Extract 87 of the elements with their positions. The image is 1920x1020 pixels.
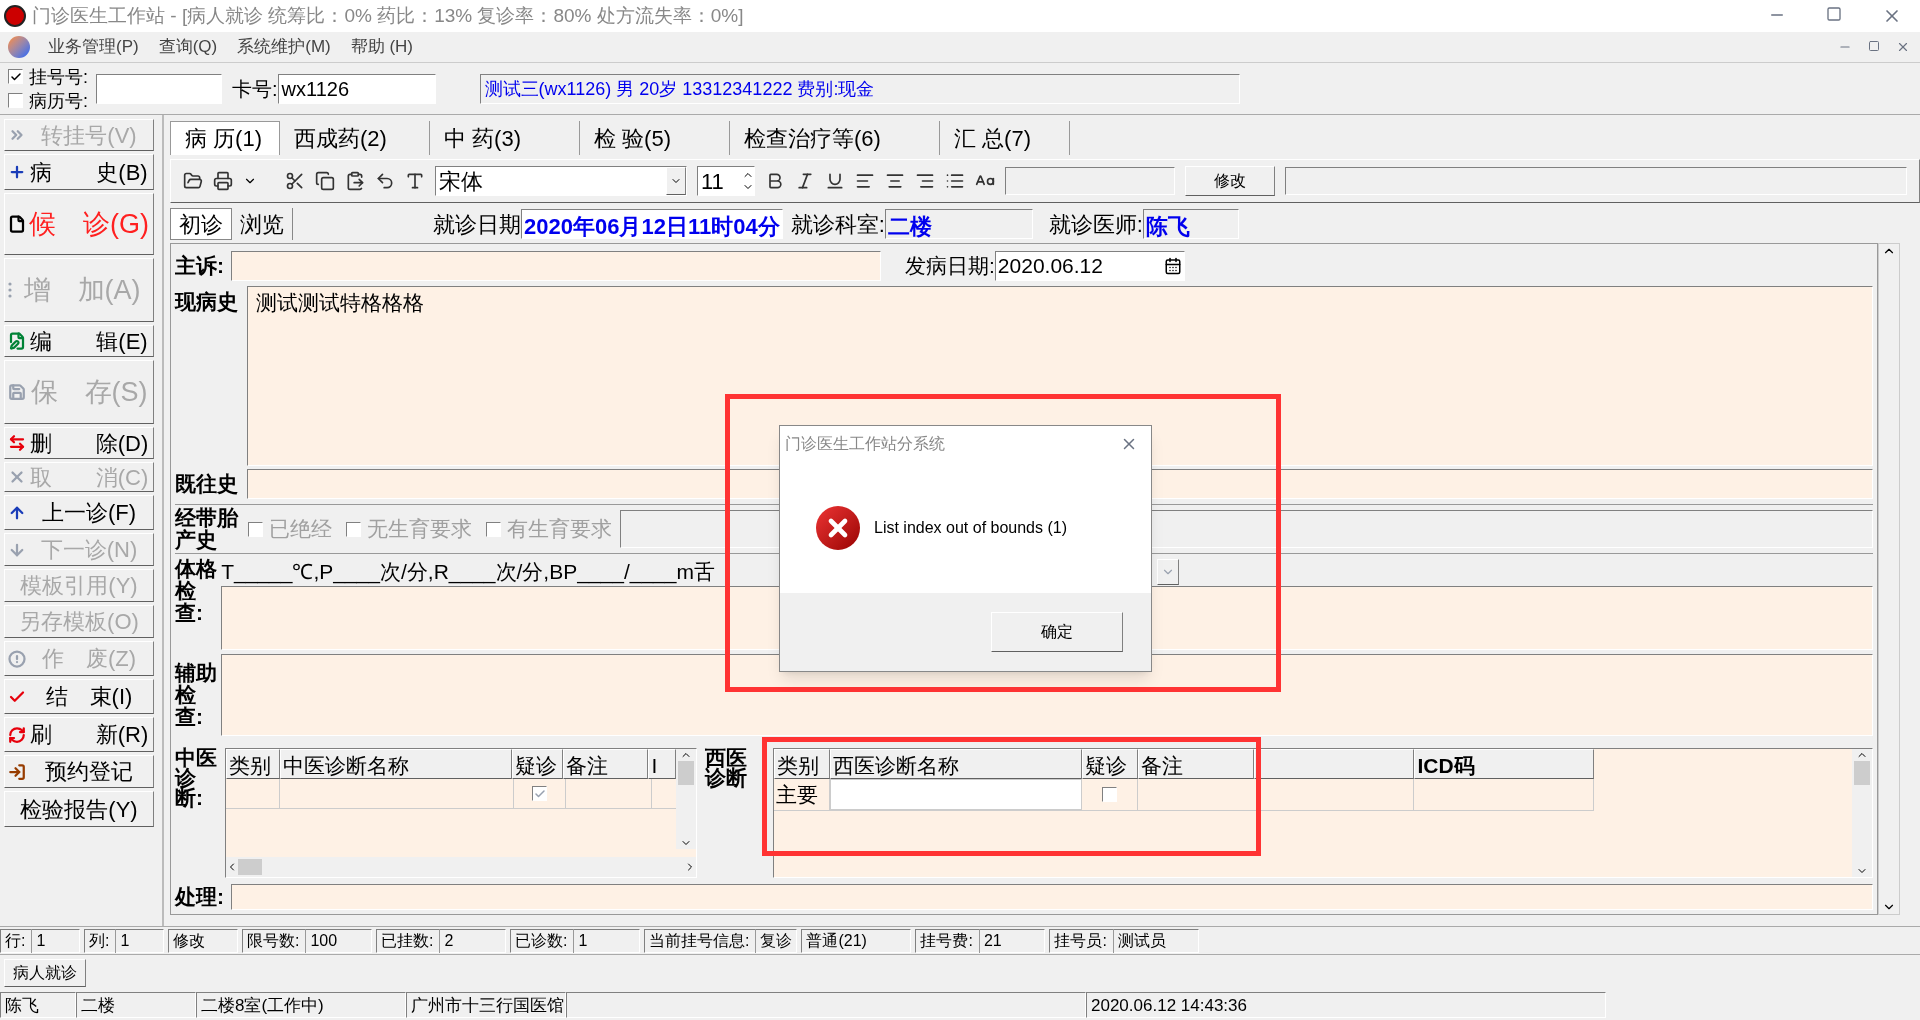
obstetric-history-label: 经带胎产史 <box>175 507 240 551</box>
sidebar-button[interactable]: 检验报告(Y) <box>4 791 154 827</box>
sidebar-button[interactable]: 预约登记 <box>4 755 154 788</box>
status-label: 列: <box>89 930 110 951</box>
edit-button[interactable]: 修改 <box>1185 166 1275 196</box>
sidebar-button[interactable]: 编 辑(E) <box>4 325 154 357</box>
status-label: 行: <box>5 930 26 951</box>
status-label: 挂号费: <box>920 930 973 951</box>
past-history-label: 既往史 <box>175 471 239 498</box>
menu-item[interactable]: 帮助 (H) <box>350 34 414 60</box>
status-value: 2 <box>439 928 454 953</box>
onset-date-label: 发病日期: <box>905 253 995 280</box>
status-panel: 陈飞 <box>0 992 76 1018</box>
column-header[interactable]: 疑诊 <box>511 749 564 779</box>
physical-exam-label: 体格检查: <box>175 558 218 626</box>
column-header[interactable]: 中医诊断名称 <box>279 749 512 779</box>
option-label: 有生育要求 <box>507 516 613 543</box>
status-label: 已挂数: <box>381 930 434 951</box>
doctor-label: 就诊医师: <box>1048 210 1143 239</box>
sidebar-button[interactable]: 删 除(D) <box>4 427 154 459</box>
status-value: 普通(21) <box>806 930 867 951</box>
status-label: 当前挂号信息: <box>649 930 750 951</box>
record-tab[interactable]: 浏览 <box>232 208 293 240</box>
bottom-tab[interactable]: 病人就诊 <box>4 958 86 987</box>
status-value: 1 <box>115 928 130 953</box>
status-panel: 二楼8室(工作中) <box>196 992 406 1018</box>
ok-button[interactable]: 确定 <box>991 612 1123 652</box>
sidebar-button[interactable]: 病 史(B) <box>4 154 154 190</box>
column-header[interactable]: ICD码 <box>1414 749 1595 779</box>
tab[interactable]: 汇 总(7) <box>940 121 1070 155</box>
visit-date: 2020年06月12日11时04分 <box>521 209 783 239</box>
font-select[interactable]: 宋体 <box>435 166 687 196</box>
status-value: 21 <box>978 928 1002 953</box>
present-illness-label: 现病史 <box>175 289 239 315</box>
column-header[interactable]: 疑诊 <box>1082 749 1139 779</box>
option-label: 已绝经 <box>269 516 333 543</box>
menu-item[interactable]: 查询(Q) <box>158 34 218 60</box>
dialog-title: 门诊医生工作站分系统 <box>785 434 945 454</box>
menu-item[interactable]: 系统维护(M) <box>237 34 331 60</box>
department-label: 就诊科室: <box>790 210 885 239</box>
menu-item[interactable]: 业务管理(P) <box>48 34 139 60</box>
record-tab[interactable]: 初诊 <box>170 208 232 240</box>
status-value: 复诊 <box>755 928 793 953</box>
column-header[interactable]: 备注 <box>563 749 649 779</box>
auxiliary-exam-label: 辅助检查: <box>175 662 218 728</box>
error-message: List index out of bounds (1) <box>874 517 1067 538</box>
treatment-label: 处理: <box>175 884 225 911</box>
status-panel: 广州市十三行国医馆 <box>406 992 566 1018</box>
status-panel: 二楼 <box>76 992 196 1018</box>
font-size-field[interactable]: 11 <box>697 166 755 196</box>
card-label: 卡号: <box>232 76 278 102</box>
status-panel: 2020.06.12 14:43:36 <box>1086 992 1606 1018</box>
option-label: 无生育要求 <box>367 516 473 543</box>
exam-template-text: T_____℃,P____次/分,R____次/分,BP____/____m舌 <box>221 559 715 586</box>
tab[interactable]: 中 药(3) <box>430 121 580 155</box>
doctor-value: 陈飞 <box>1142 209 1239 239</box>
status-label: 已诊数: <box>515 930 568 951</box>
western-diagnosis-label: 西医诊断 <box>705 748 749 791</box>
tab[interactable]: 检查治疗等(6) <box>730 121 940 155</box>
status-value: 测试员 <box>1112 928 1166 953</box>
status-value: 1 <box>573 928 588 953</box>
status-label: 挂号员: <box>1054 930 1107 951</box>
option-label: 挂号号: <box>29 65 88 88</box>
window-title: 门诊医生工作站 - [病人就诊 统筹比：0% 药比：13% 复诊率：80% 处方流失率：0%] <box>32 3 744 28</box>
department-value: 二楼 <box>884 209 1033 239</box>
status-value: 100 <box>305 928 338 953</box>
sidebar-button[interactable]: 结 束(I) <box>4 679 154 714</box>
card-field[interactable]: wx1126 <box>277 73 436 104</box>
visit-date-label: 就诊日期 <box>433 210 521 239</box>
status-value: 1 <box>31 928 46 953</box>
column-header[interactable]: 类别 <box>226 749 280 779</box>
tcm-diagnosis-label: 中医诊断: <box>175 748 218 811</box>
complaint-label: 主诉: <box>175 253 225 280</box>
patient-info: 测试三(wx1126) 男 20岁 13312341222 费别:现金 <box>479 73 1240 104</box>
tab[interactable]: 西成药(2) <box>280 121 430 155</box>
column-header[interactable]: 西医诊断名称 <box>830 749 1083 779</box>
sidebar-button[interactable]: 刷 新(R) <box>4 717 154 752</box>
column-header[interactable]: I <box>648 749 677 779</box>
sidebar-button[interactable]: 上一诊(F) <box>4 495 154 530</box>
tab[interactable]: 病 历(1) <box>170 121 280 155</box>
status-label: 限号数: <box>247 930 300 951</box>
onset-date-field[interactable]: 2020.06.12 <box>994 251 1185 281</box>
status-value: 修改 <box>173 930 205 951</box>
column-header[interactable]: 备注 <box>1138 749 1255 779</box>
column-header[interactable]: 类别 <box>774 749 831 779</box>
tab[interactable]: 检 验(5) <box>580 121 730 155</box>
option-label: 病历号: <box>29 89 88 112</box>
